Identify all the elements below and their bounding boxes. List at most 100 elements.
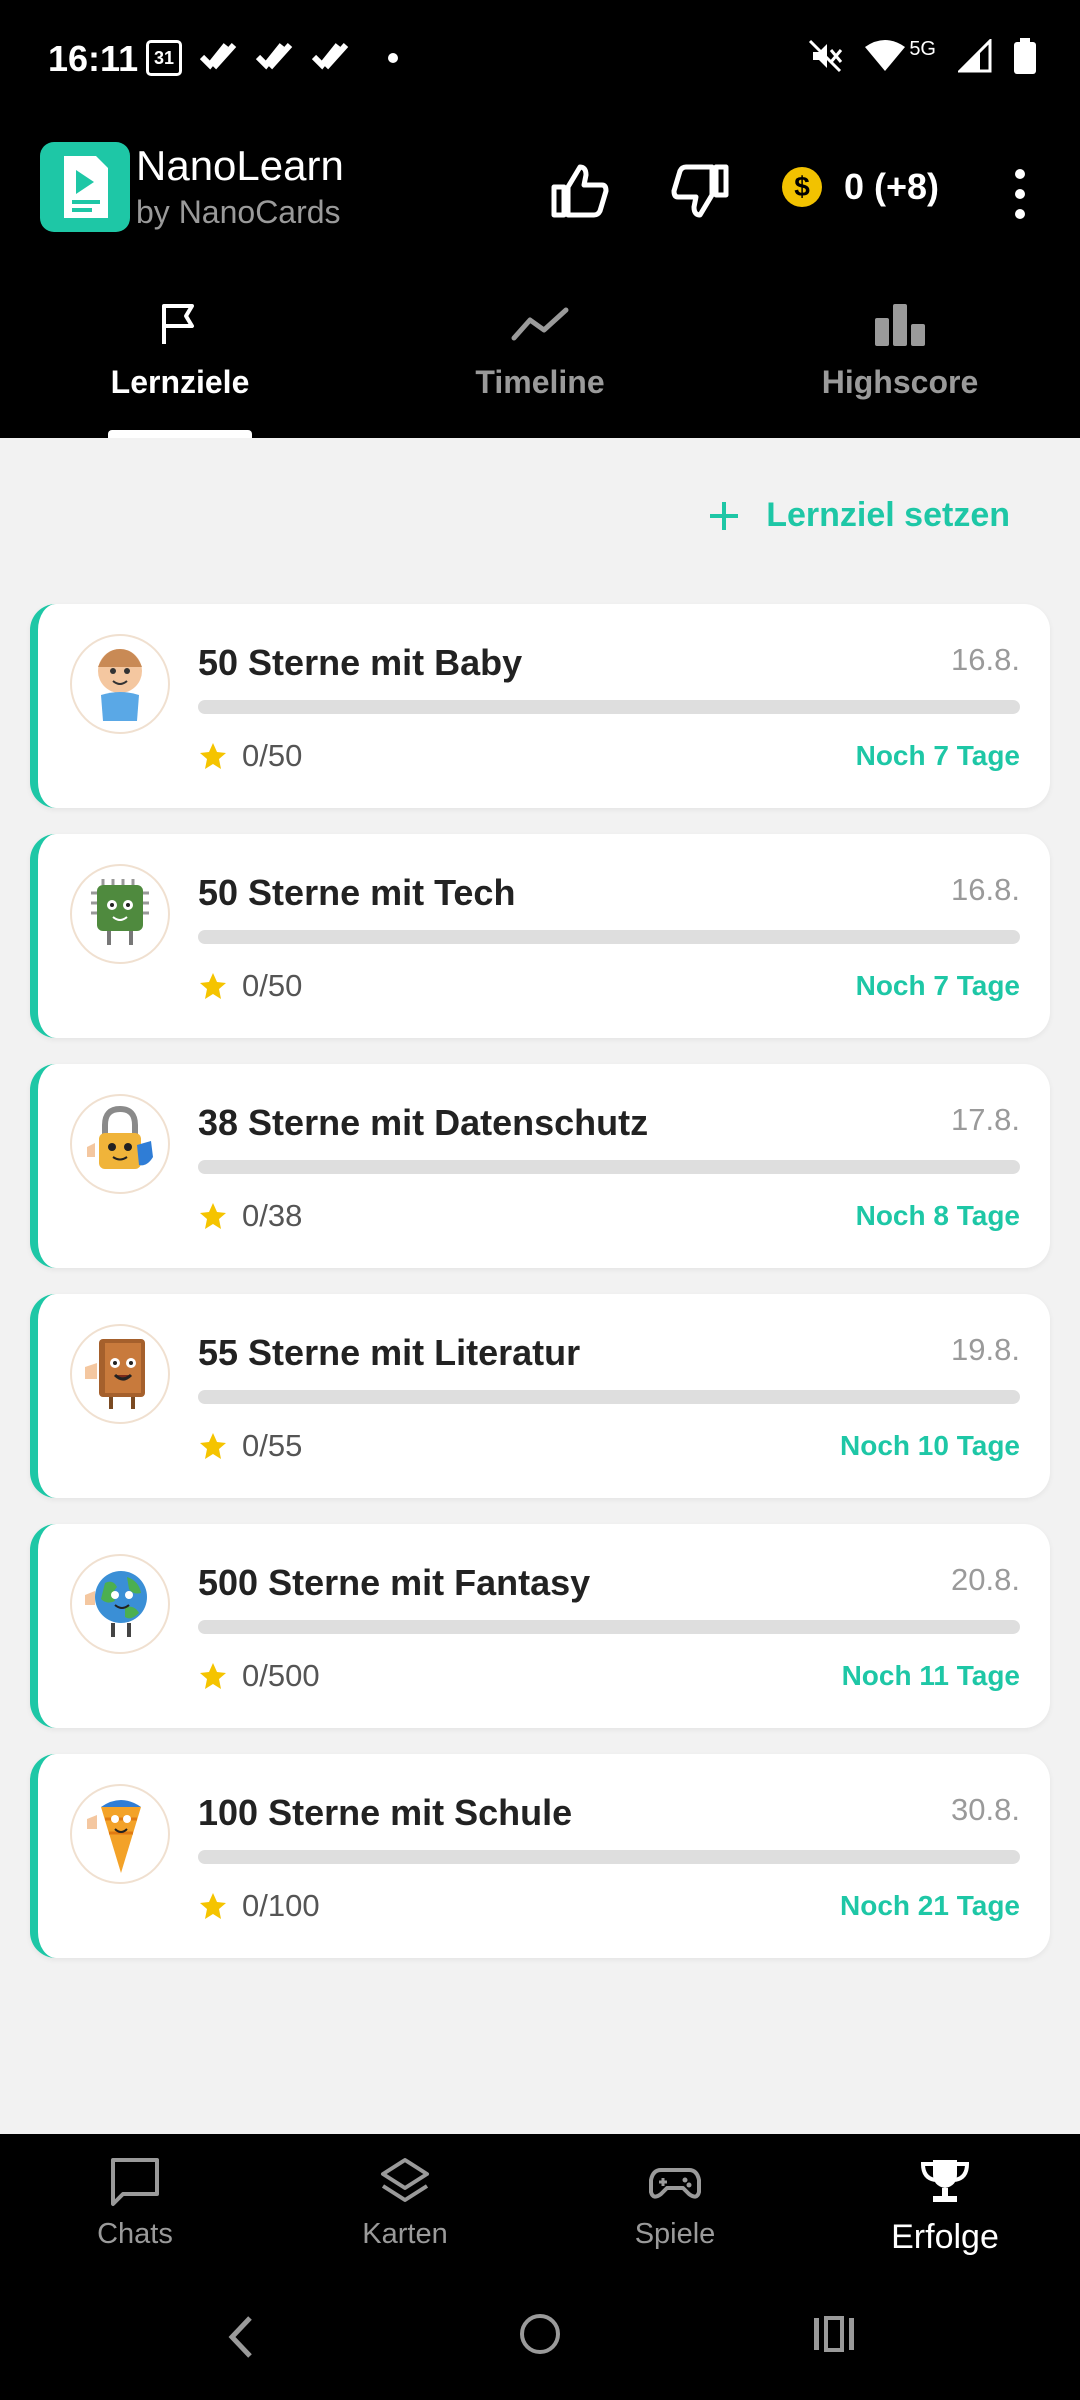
status-bar: 16:11 31 5G (0, 0, 1080, 128)
dot-icon (388, 53, 398, 63)
goal-stars: 0/55 (198, 1428, 302, 1464)
thumbs-up-icon (551, 164, 609, 218)
double-check-icon (255, 41, 294, 76)
goal-date: 20.8. (951, 1562, 1020, 1597)
flag-icon (162, 304, 194, 344)
goal-progress-bar (198, 1620, 1020, 1634)
nav-label: Spiele (634, 2218, 716, 2250)
bar-chart-icon (875, 304, 925, 346)
signal-icon (956, 37, 992, 78)
baby-avatar-icon (70, 634, 170, 734)
goal-star-count: 0/55 (242, 1428, 303, 1463)
goal-progress-bar (198, 930, 1020, 944)
goal-remaining: Noch 8 Tage (855, 1200, 1020, 1231)
goal-star-count: 0/500 (242, 1658, 320, 1693)
calendar-icon: 31 (146, 40, 182, 76)
goal-card[interactable]: 500 Sterne mit Fantasy 20.8. 0/500 Noch … (30, 1524, 1050, 1728)
nav-label: Karten (362, 2218, 448, 2250)
network-type: 5G (909, 38, 936, 60)
double-check-icon (199, 41, 238, 76)
tab-timeline[interactable]: Timeline (360, 278, 720, 438)
coin-balance[interactable]: $ 0 (+8) (782, 166, 939, 208)
system-navigation-bar (0, 2282, 1080, 2400)
nav-karten[interactable]: Karten (270, 2134, 540, 2282)
star-icon (200, 1433, 226, 1459)
star-icon (200, 743, 226, 769)
tab-label: Highscore (821, 364, 979, 400)
back-button[interactable] (222, 2312, 262, 2367)
app-logo-icon (64, 156, 108, 218)
nav-erfolge[interactable]: Erfolge (810, 2134, 1080, 2282)
goal-stars: 0/100 (198, 1888, 320, 1924)
globe-avatar-icon (70, 1554, 170, 1654)
goal-remaining: Noch 7 Tage (855, 740, 1020, 771)
tab-indicator (108, 430, 252, 438)
back-icon (228, 2316, 252, 2358)
tab-label: Timeline (475, 364, 605, 400)
battery-icon (1014, 38, 1036, 79)
thumbs-down-icon (671, 164, 729, 218)
tab-lernziele[interactable]: Lernziele (0, 278, 360, 438)
goal-stars: 0/50 (198, 968, 302, 1004)
bottom-navigation: Chats Karten Spiele Erfolge (0, 2134, 1080, 2282)
overflow-menu-button[interactable] (1000, 164, 1040, 224)
coin-icon: $ (782, 167, 822, 207)
home-button[interactable] (518, 2312, 562, 2361)
goal-star-count: 0/100 (242, 1888, 320, 1923)
more-vert-icon (1015, 169, 1025, 219)
star-icon (200, 1203, 226, 1229)
goal-progress-bar (198, 1160, 1020, 1174)
chat-icon (111, 2158, 159, 2206)
goal-progress-bar (198, 1850, 1020, 1864)
goal-title: 55 Sterne mit Literatur (198, 1332, 581, 1373)
goal-title: 500 Sterne mit Fantasy (198, 1562, 591, 1603)
thumbs-down-button[interactable] (665, 156, 735, 226)
goal-card[interactable]: 50 Sterne mit Tech 16.8. 0/50 Noch 7 Tag… (30, 834, 1050, 1038)
goal-card[interactable]: 55 Sterne mit Literatur 19.8. 0/55 Noch … (30, 1294, 1050, 1498)
tab-highscore[interactable]: Highscore (720, 278, 1080, 438)
goal-card[interactable]: 38 Sterne mit Datenschutz 17.8. 0/38 Noc… (30, 1064, 1050, 1268)
goal-stars: 0/500 (198, 1658, 320, 1694)
add-goal-button[interactable]: Lernziel setzen (708, 496, 1010, 535)
goal-stars: 0/38 (198, 1198, 302, 1234)
goal-date: 19.8. (951, 1332, 1020, 1367)
app-subtitle: by NanoCards (136, 194, 341, 230)
recents-button[interactable] (812, 2314, 856, 2359)
status-time: 16:11 (48, 38, 139, 79)
nav-chats[interactable]: Chats (0, 2134, 270, 2282)
nav-label: Chats (97, 2218, 173, 2250)
goal-date: 16.8. (951, 872, 1020, 907)
wifi-icon (865, 39, 906, 78)
app-logo (40, 142, 130, 232)
star-icon (200, 1663, 226, 1689)
school-cone-avatar-icon (70, 1784, 170, 1884)
goal-title: 38 Sterne mit Datenschutz (198, 1102, 649, 1143)
goal-remaining: Noch 21 Tage (840, 1890, 1020, 1921)
goal-title: 50 Sterne mit Tech (198, 872, 516, 913)
goal-progress-bar (198, 1390, 1020, 1404)
goal-title: 50 Sterne mit Baby (198, 642, 523, 683)
goal-date: 17.8. (951, 1102, 1020, 1137)
calendar-day: 31 (153, 47, 175, 68)
mute-icon (807, 38, 843, 79)
goal-remaining: Noch 7 Tage (855, 970, 1020, 1001)
plus-icon (710, 501, 739, 530)
double-check-icon (311, 41, 350, 76)
nav-label: Erfolge (891, 2218, 999, 2256)
goal-progress-bar (198, 700, 1020, 714)
goal-star-count: 0/50 (242, 968, 303, 1003)
book-avatar-icon (70, 1324, 170, 1424)
tab-bar: Lernziele Timeline Highscore (0, 278, 1080, 438)
gamepad-icon (649, 2168, 701, 2199)
recents-icon (814, 2316, 854, 2352)
goal-date: 16.8. (951, 642, 1020, 677)
layers-icon (381, 2158, 429, 2202)
coin-count: 0 (+8) (844, 166, 940, 207)
nav-spiele[interactable]: Spiele (540, 2134, 810, 2282)
padlock-avatar-icon (70, 1094, 170, 1194)
goal-card[interactable]: 100 Sterne mit Schule 30.8. 0/100 Noch 2… (30, 1754, 1050, 1958)
goal-remaining: Noch 11 Tage (841, 1660, 1020, 1691)
trophy-icon (920, 2160, 970, 2202)
goal-card[interactable]: 50 Sterne mit Baby 16.8. 0/50 Noch 7 Tag… (30, 604, 1050, 808)
thumbs-up-button[interactable] (545, 156, 615, 226)
